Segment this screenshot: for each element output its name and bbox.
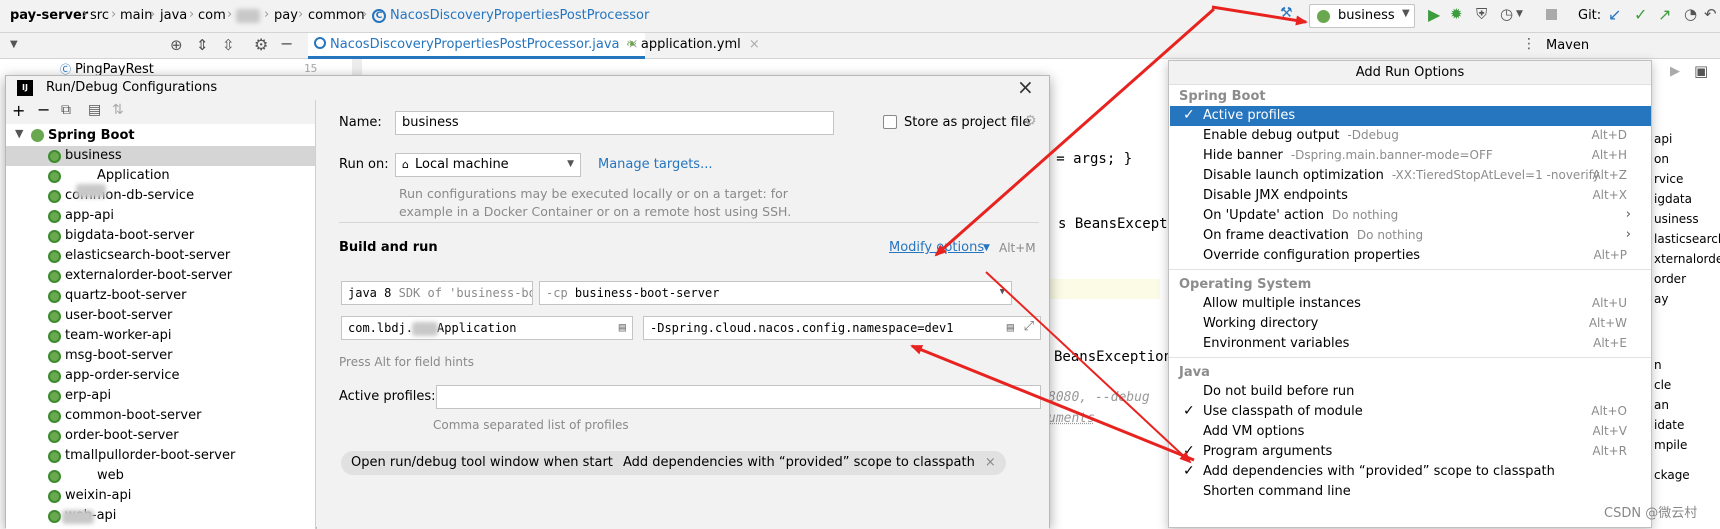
watermark: CSDN @微云村 [1604,506,1698,521]
arrow-to-program-arguments [985,271,1192,464]
arrow-to-run-config [1211,5,1308,26]
arrow-to-modify-options [934,7,1215,257]
annotation-arrows [910,5,1308,464]
arrow-to-program-args-field [910,344,1195,462]
